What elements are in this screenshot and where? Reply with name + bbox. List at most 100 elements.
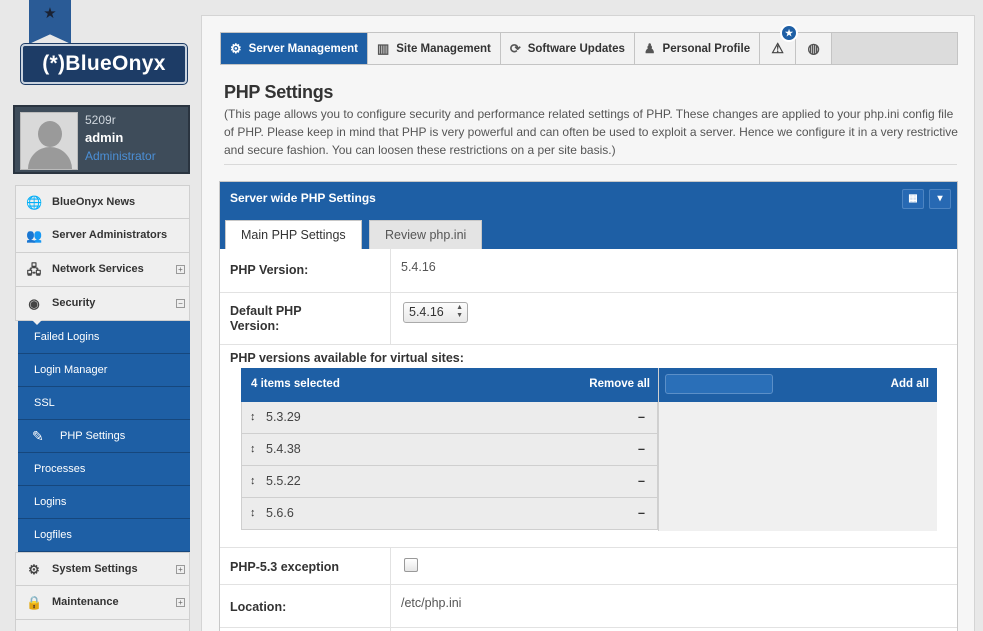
remove-icon[interactable]: – xyxy=(638,498,645,529)
sidebar-item-network-services[interactable]: 🖧 Network Services + xyxy=(15,253,190,287)
panel-tabbar: Main PHP Settings Review php.ini xyxy=(220,216,957,249)
sidebar-item-label: Maintenance xyxy=(52,596,119,608)
username: admin xyxy=(85,130,124,145)
option-label: 5.5.22 xyxy=(266,474,301,488)
sidebar-item-label: BlueOnyx News xyxy=(52,196,136,208)
drag-handle-icon[interactable]: ↕ xyxy=(250,434,256,465)
sidebar-item-server-administrators[interactable]: 👥 Server Administrators xyxy=(15,219,190,253)
tab-main-php-settings[interactable]: Main PHP Settings xyxy=(225,220,362,249)
help-button[interactable]: ◍ xyxy=(796,33,833,64)
tab-software-updates[interactable]: ⟳ Software Updates xyxy=(501,33,635,64)
search-input[interactable] xyxy=(665,374,773,394)
sidebar-subitem-logins[interactable]: Logins xyxy=(18,486,190,519)
sidebar-subitem-failed-logins[interactable]: Failed Logins xyxy=(18,321,190,354)
page-title: PHP Settings xyxy=(224,82,334,102)
remove-icon[interactable]: – xyxy=(638,434,645,465)
tab-personal-profile[interactable]: ♟ Personal Profile xyxy=(635,33,761,64)
tab-server-management[interactable]: ⚙ Server Management xyxy=(221,33,368,64)
php-versions-multiselect: 4 items selected Remove all ↕ 5.3.29 – ↕… xyxy=(241,368,937,531)
sidebar-item-partial[interactable]: ▮ xyxy=(15,620,190,631)
stepper-arrows-icon[interactable]: ▲ ▼ xyxy=(456,304,463,320)
tab-site-management[interactable]: ▥ Site Management xyxy=(368,33,501,64)
option-label: 5.6.6 xyxy=(266,506,294,520)
sidebar-item-security[interactable]: ◉ Security − xyxy=(15,287,190,325)
location-value: /etc/php.ini xyxy=(401,596,462,610)
sidebar-item-maintenance[interactable]: 🔒 Maintenance + xyxy=(15,586,190,620)
star-icon: ★ xyxy=(43,5,57,22)
php-version-label: PHP Version: xyxy=(230,263,309,277)
drag-handle-icon[interactable]: ↕ xyxy=(250,402,256,433)
php53-exception-checkbox[interactable] xyxy=(404,558,418,572)
lifebuoy-icon: ◍ xyxy=(807,40,820,56)
user-role-link[interactable]: Administrator xyxy=(85,149,156,163)
add-all-link[interactable]: Add all xyxy=(891,368,929,401)
bookmark-ribbon: ★ xyxy=(29,0,71,44)
sidebar-subitem-ssl[interactable]: SSL xyxy=(18,387,190,420)
blueonyx-logo[interactable]: (*)BlueOnyx xyxy=(21,44,187,84)
sidebar-subitem-login-manager[interactable]: Login Manager xyxy=(18,354,190,387)
remove-icon[interactable]: – xyxy=(638,402,645,433)
hostname: 5209r xyxy=(85,113,116,127)
sidebar-item-system-settings[interactable]: ⚙ System Settings + xyxy=(15,552,190,586)
stepper-value: 5.4.16 xyxy=(409,305,444,319)
available-list-header: Add all xyxy=(659,368,937,402)
collapse-icon[interactable]: − xyxy=(176,299,185,308)
expand-icon[interactable]: + xyxy=(176,598,185,607)
tab-label: Personal Profile xyxy=(662,42,751,55)
tab-label: Software Updates xyxy=(527,42,625,55)
sidebar-subitem-php-settings[interactable]: ✎ PHP Settings xyxy=(18,420,190,453)
gear-icon: ⚙ xyxy=(28,562,40,577)
available-list: Add all xyxy=(658,368,937,531)
drag-handle-icon[interactable]: ↕ xyxy=(250,498,256,529)
default-php-stepper[interactable]: 5.4.16 ▲ ▼ xyxy=(403,302,468,323)
option-label: 5.4.38 xyxy=(266,442,301,456)
php-settings-panel: Server wide PHP Settings ▦ ▾ Main PHP Se… xyxy=(219,181,958,631)
list-item[interactable]: ↕ 5.4.38 – xyxy=(241,434,658,466)
panel-header: Server wide PHP Settings ▦ ▾ xyxy=(220,182,957,216)
users-icon: 👥 xyxy=(26,228,43,243)
remove-all-link[interactable]: Remove all xyxy=(589,368,650,401)
alerts-button[interactable]: ⚠ ★ xyxy=(760,24,799,64)
php53-exception-label: PHP-5.3 exception xyxy=(230,560,340,574)
php-version-row: PHP Version: 5.4.16 xyxy=(220,249,957,293)
tab-label: Server Management xyxy=(248,42,358,55)
avatar xyxy=(20,112,78,170)
default-php-label: Default PHP Version: xyxy=(230,304,302,333)
location-row: Location: /etc/php.ini xyxy=(220,585,957,628)
sidebar-item-blueonyx-news[interactable]: 🌐 BlueOnyx News xyxy=(15,185,190,219)
expand-icon[interactable]: + xyxy=(176,265,185,274)
selected-list-header: 4 items selected Remove all xyxy=(241,368,658,402)
list-item[interactable]: ↕ 5.3.29 – xyxy=(241,402,658,434)
topnav-filler xyxy=(832,33,957,64)
option-label: 5.3.29 xyxy=(266,410,301,424)
list-item[interactable]: ↕ 5.6.6 – xyxy=(241,498,658,530)
sidebar-subitem-processes[interactable]: Processes xyxy=(18,453,190,486)
pencil-icon: ✎ xyxy=(32,428,44,444)
sidebar-subitem-logfiles[interactable]: Logfiles xyxy=(18,519,190,552)
sidebar-nav: 🌐 BlueOnyx News 👥 Server Administrators … xyxy=(15,185,190,631)
main-content: ⚙ Server Management ▥ Site Management ⟳ … xyxy=(201,15,975,631)
user-profile-card: 5209r admin Administrator xyxy=(13,105,190,174)
panel-title: Server wide PHP Settings xyxy=(230,191,376,205)
php53-exception-row: PHP-5.3 exception xyxy=(220,548,957,585)
warning-icon: ⚠ xyxy=(771,40,784,56)
remove-icon[interactable]: – xyxy=(638,466,645,497)
sidebar-subitem-label: PHP Settings xyxy=(60,430,126,442)
grid-icon[interactable]: ▦ xyxy=(902,189,924,209)
sidebar-item-label: Network Services xyxy=(52,263,144,275)
list-item[interactable]: ↕ 5.5.22 – xyxy=(241,466,658,498)
page-description: (This page allows you to configure secur… xyxy=(224,107,958,157)
lock-icon: 🔒 xyxy=(26,595,43,610)
chevron-down-icon[interactable]: ▾ xyxy=(929,189,951,209)
eye-icon: ◉ xyxy=(28,296,40,311)
expand-icon[interactable]: + xyxy=(176,565,185,574)
location-label: Location: xyxy=(230,600,287,614)
selected-count: 4 items selected xyxy=(251,378,340,390)
tab-review-php-ini[interactable]: Review php.ini xyxy=(369,220,483,249)
network-icon: 🖧 xyxy=(26,262,42,277)
person-icon: ♟ xyxy=(643,40,656,56)
gear-icon: ⚙ xyxy=(230,40,242,56)
drag-handle-icon[interactable]: ↕ xyxy=(250,466,256,497)
sidebar-item-label: System Settings xyxy=(52,563,138,575)
top-navigation: ⚙ Server Management ▥ Site Management ⟳ … xyxy=(220,24,958,65)
